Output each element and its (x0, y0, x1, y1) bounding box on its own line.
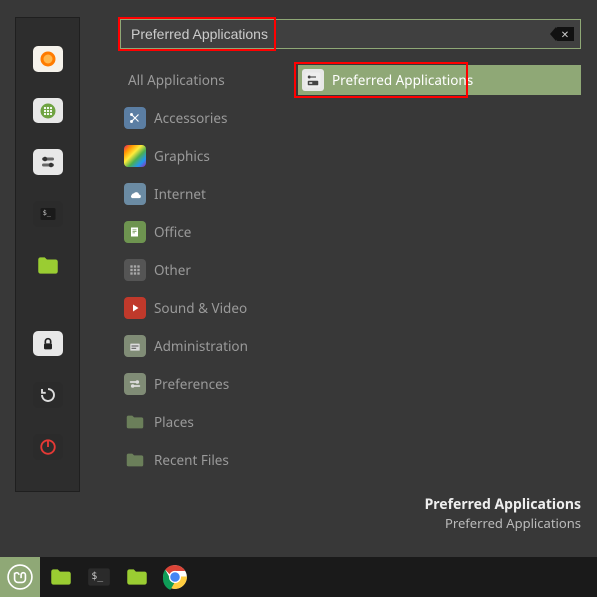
firefox-icon (39, 50, 57, 68)
category-label: Administration (154, 337, 248, 355)
svg-text:$_: $_ (42, 209, 51, 217)
chrome-icon (162, 564, 188, 590)
results-list: Preferred Applications (298, 65, 581, 95)
taskbar-terminal[interactable]: $_ (82, 561, 116, 593)
category-all[interactable]: All Applications (120, 61, 290, 99)
folder-icon (124, 449, 146, 471)
category-label: All Applications (128, 71, 225, 89)
app-desc-text: Preferred Applications (425, 514, 581, 532)
category-label: Internet (154, 185, 206, 203)
scissors-icon (124, 107, 146, 129)
graphics-icon (124, 145, 146, 167)
category-label: Sound & Video (154, 299, 247, 317)
category-graphics[interactable]: Graphics (120, 137, 290, 175)
category-label: Graphics (154, 147, 210, 165)
category-label: Recent Files (154, 451, 229, 469)
clear-search-button[interactable]: ✕ (556, 27, 574, 41)
preferences-icon (124, 373, 146, 395)
admin-icon (124, 335, 146, 357)
taskbar-files-2[interactable] (120, 561, 154, 593)
power-icon (39, 438, 57, 456)
lock-button[interactable] (33, 331, 63, 357)
keypad-icon (39, 102, 57, 120)
favorite-app-keypad[interactable] (33, 98, 63, 124)
terminal-icon: $_ (86, 564, 112, 590)
lock-icon (40, 336, 56, 352)
result-preferred-applications[interactable]: Preferred Applications (298, 65, 581, 95)
favorite-app-settings[interactable] (33, 149, 63, 175)
folder-icon (48, 564, 74, 590)
mint-logo-icon (7, 564, 33, 590)
folder-icon (124, 411, 146, 433)
category-label: Accessories (154, 109, 227, 127)
preferred-apps-icon (302, 69, 324, 91)
category-label: Other (154, 261, 191, 279)
logout-button[interactable] (33, 382, 63, 408)
categories-list: All Applications Accessories Graphics In… (120, 61, 290, 479)
favorite-app-firefox[interactable] (33, 46, 63, 72)
category-preferences[interactable]: Preferences (120, 365, 290, 403)
category-internet[interactable]: Internet (120, 175, 290, 213)
menu-button[interactable] (0, 557, 40, 597)
refresh-icon (39, 386, 57, 404)
category-office[interactable]: Office (120, 213, 290, 251)
category-administration[interactable]: Administration (120, 327, 290, 365)
search-box[interactable]: ✕ (120, 19, 581, 49)
category-accessories[interactable]: Accessories (120, 99, 290, 137)
app-name: Preferred Applications (425, 495, 581, 514)
play-icon (124, 297, 146, 319)
favorites-sidebar: $_ (15, 17, 80, 492)
category-other[interactable]: Other (120, 251, 290, 289)
category-label: Preferences (154, 375, 229, 393)
taskbar-chrome[interactable] (158, 561, 192, 593)
office-icon (124, 221, 146, 243)
category-label: Places (154, 413, 194, 431)
taskbar: $_ (0, 557, 597, 597)
svg-text:$_: $_ (91, 571, 103, 582)
cloud-icon (124, 183, 146, 205)
search-input[interactable] (127, 26, 556, 42)
clear-icon: ✕ (561, 27, 569, 41)
result-label: Preferred Applications (332, 71, 473, 89)
category-recent-files[interactable]: Recent Files (120, 441, 290, 479)
taskbar-files[interactable] (44, 561, 78, 593)
power-button[interactable] (33, 434, 63, 460)
favorite-app-terminal[interactable]: $_ (33, 201, 63, 227)
folder-icon (124, 564, 150, 590)
favorite-app-files[interactable] (33, 253, 63, 279)
folder-icon (35, 253, 61, 279)
category-places[interactable]: Places (120, 403, 290, 441)
category-sound-video[interactable]: Sound & Video (120, 289, 290, 327)
category-label: Office (154, 223, 191, 241)
app-description: Preferred Applications Preferred Applica… (425, 495, 581, 532)
toggles-icon (39, 153, 57, 171)
terminal-icon: $_ (39, 205, 57, 223)
grid-icon (124, 259, 146, 281)
